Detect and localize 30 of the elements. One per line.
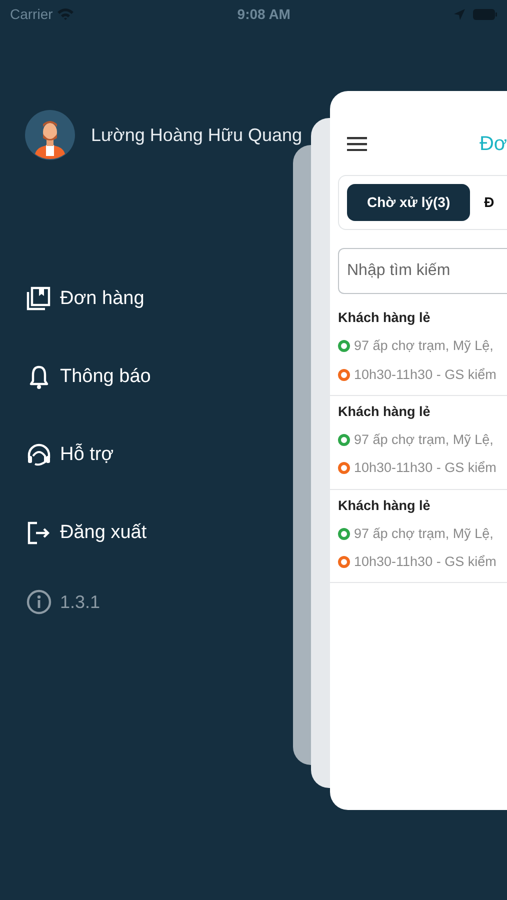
customer-name: Khách hàng lẻ xyxy=(338,496,432,515)
tab[interactable]: Chờ xử lý(3) xyxy=(347,184,470,221)
order-detail: 97 ấp chợ trạm, Mỹ Lệ, xyxy=(354,431,494,449)
customer-name: Khách hàng lẻ xyxy=(338,309,432,327)
headset-icon xyxy=(26,442,52,468)
customer-name: Khách hàng lẻ xyxy=(338,402,432,421)
menu-icon[interactable] xyxy=(347,137,367,151)
info-icon xyxy=(26,589,52,615)
order-detail: 10h30-11h30 - GS kiểm xyxy=(354,366,496,384)
clock-time: 9:08 AM xyxy=(237,4,290,24)
menu-item[interactable]: Hỗ trợ xyxy=(26,416,114,494)
order-detail: 97 ấp chợ trạm, Mỹ Lệ, xyxy=(354,337,494,356)
carrier-label: Carrier xyxy=(10,4,53,24)
logout-icon xyxy=(26,520,52,546)
search-field[interactable]: Nhập tìm kiếm xyxy=(338,248,507,294)
version-label: 1.3.1 xyxy=(60,590,100,614)
menu-item[interactable]: Thông báo xyxy=(26,338,151,416)
menu-item[interactable]: Đăng xuất xyxy=(26,494,147,572)
menu-item[interactable]: Đơn hàng xyxy=(26,260,144,338)
order-detail: 97 ấp chợ trạm, Mỹ Lệ, xyxy=(354,524,494,543)
tab[interactable]: Đ xyxy=(480,184,498,221)
user-name: Lường Hoàng Hữu Quang xyxy=(91,124,302,147)
avatar xyxy=(25,110,75,160)
location-arrow-icon xyxy=(454,8,465,20)
wifi-icon xyxy=(56,8,74,20)
book-icon xyxy=(26,286,52,312)
order-detail: 10h30-11h30 - GS kiểm xyxy=(354,553,496,571)
battery-icon xyxy=(472,8,497,20)
screen-title: Đơ xyxy=(479,132,507,157)
order-detail: 10h30-11h30 - GS kiểm xyxy=(354,459,496,478)
